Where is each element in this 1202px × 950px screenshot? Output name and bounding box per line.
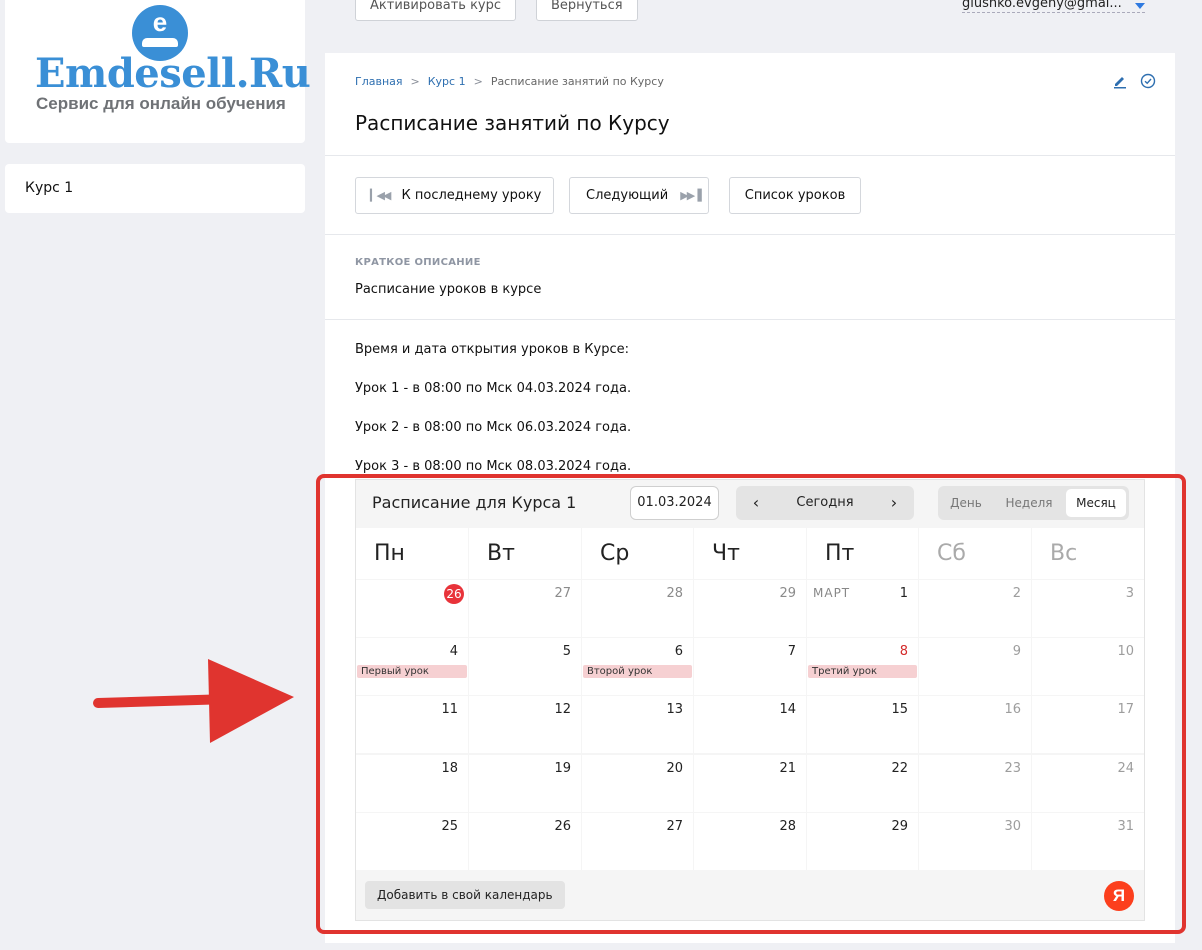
divider [325,319,1175,320]
logo-card[interactable]: e Emdesell.Ru Сервис для онлайн обучения [5,0,311,143]
activate-course-button[interactable]: Активировать курс [355,0,517,21]
breadcrumb-home[interactable]: Главная [355,75,403,88]
schedule-lesson-3: Урок 3 - в 08:00 по Мск 08.03.2024 года. [355,459,632,474]
check-circle-icon[interactable] [1140,73,1156,89]
next-lesson-label: Следующий [586,188,669,203]
skip-back-icon: ▎◀◀ [370,189,391,202]
divider [325,155,1175,156]
sidebar-item-label: Курс 1 [25,180,74,196]
summary-label: КРАТКОЕ ОПИСАНИЕ [355,257,481,268]
schedule-intro: Время и дата открытия уроков в Курсе: [355,342,629,357]
user-email-underline [962,12,1145,13]
logo-title: Emdesell.Ru [35,50,311,97]
breadcrumb-course[interactable]: Курс 1 [428,75,466,88]
last-lesson-button[interactable]: ▎◀◀ К последнему уроку [355,177,554,214]
schedule-lesson-1: Урок 1 - в 08:00 по Мск 04.03.2024 года. [355,381,632,396]
highlight-box [316,474,1186,934]
logo-subtitle: Сервис для онлайн обучения [36,94,286,113]
lesson-list-button[interactable]: Список уроков [729,177,861,214]
logo-badge-letter: e [152,7,168,37]
skip-forward-icon: ▶▶▐ [680,189,701,202]
breadcrumb-current: Расписание занятий по Курсу [490,75,664,88]
next-lesson-button[interactable]: Следующий ▶▶▐ [569,177,709,214]
divider [325,234,1175,235]
page-title: Расписание занятий по Курсу [355,111,670,135]
back-button[interactable]: Вернуться [536,0,638,21]
chevron-down-icon[interactable] [1135,3,1145,9]
last-lesson-label: К последнему уроку [401,188,542,203]
edit-icon[interactable] [1112,73,1128,89]
user-email[interactable]: glushko.evgeny@gmai... [962,0,1122,11]
breadcrumb-separator: > [410,75,420,88]
annotation-arrow-icon [93,659,294,743]
summary-text: Расписание уроков в курсе [355,282,542,297]
breadcrumb-separator: > [473,75,483,88]
breadcrumb: Главная > Курс 1 > Расписание занятий по Кур… [355,75,664,88]
sidebar-item-course-1[interactable]: Курс 1 [5,164,305,213]
schedule-lesson-2: Урок 2 - в 08:00 по Мск 06.03.2024 года. [355,420,632,435]
header-actions [1112,73,1156,89]
